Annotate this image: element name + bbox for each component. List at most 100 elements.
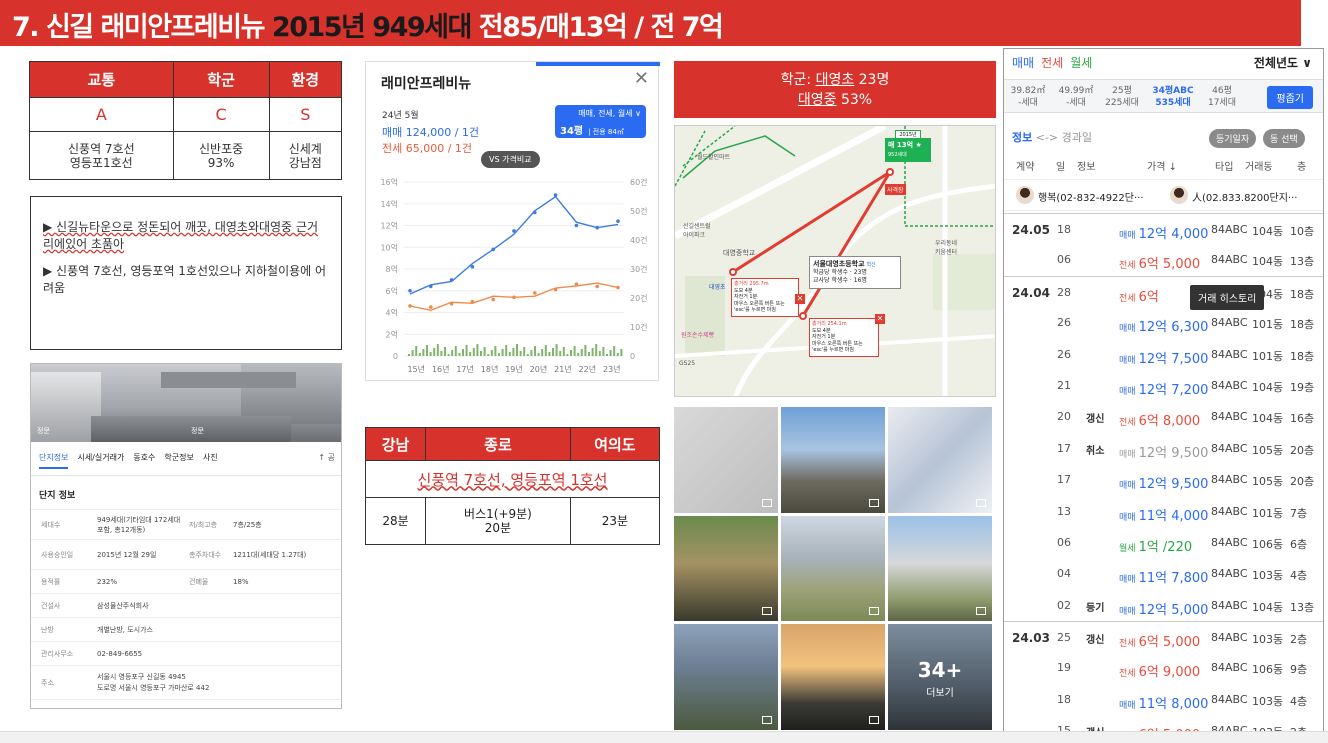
- volume-bar: [548, 352, 551, 356]
- y-tick-label: 4억: [386, 308, 398, 318]
- size-tab[interactable]: 46평 17세대: [1202, 85, 1242, 109]
- trade-status: 취소: [1086, 445, 1105, 457]
- floor: 19층: [1290, 380, 1315, 394]
- tab-price[interactable]: 시세/실거래가: [77, 452, 124, 469]
- building-select-chip[interactable]: 동 선택: [1263, 129, 1305, 148]
- size-tab[interactable]: 49.99㎡ -세대: [1054, 85, 1098, 109]
- contract-day: 18: [1057, 692, 1071, 706]
- photo-tile[interactable]: [674, 624, 778, 730]
- y2-tick-label: 10건: [630, 322, 648, 332]
- building-number: 105동: [1252, 443, 1284, 457]
- volume-bar: [462, 349, 464, 356]
- trade-kind: 매매: [1119, 355, 1136, 366]
- tab-unit[interactable]: 동호수: [133, 452, 155, 469]
- broker-row[interactable]: 행복(02-832-4922단··· 人(02.833.8200단지···: [1004, 179, 1323, 211]
- transaction-row[interactable]: 13 매매 11억 4,000 84ABC 101동 7층: [1004, 496, 1323, 527]
- school-map[interactable]: 2015년 매 13억 ★ 952세대 사격장 월드할인마트 신길센트럴 아이파크…: [674, 125, 996, 397]
- price-value: 6억 5,000: [1138, 635, 1201, 651]
- share-button[interactable]: ↑ 공: [318, 452, 335, 463]
- transaction-row[interactable]: 26 매매 12억 7,500 84ABC 101동 18층: [1004, 339, 1323, 370]
- transaction-row[interactable]: 24.05 18 매매 12억 4,000 84ABC 104동 10층: [1004, 213, 1323, 244]
- year-select[interactable]: 전체년도 ∨: [1254, 54, 1312, 71]
- size-area: 34평ABC: [1152, 86, 1194, 96]
- contract-month: 24.04: [1012, 285, 1050, 300]
- size-tab[interactable]: 39.82㎡ -세대: [1006, 85, 1050, 109]
- photo-tile[interactable]: [781, 515, 885, 622]
- tab-wolse[interactable]: 월세: [1070, 56, 1092, 70]
- school-summary: 학군: 대영초 23명 대영중 53%: [674, 61, 996, 118]
- volume-bar: [526, 354, 529, 356]
- chart-month: 24년 5월: [382, 111, 419, 121]
- trade-kind: 매매: [1119, 481, 1136, 492]
- school-bubble[interactable]: 서울대영초등학교 혁신 학급당 학생수 · 23명 교사당 학생수 · 16명: [809, 256, 901, 289]
- floor: 4층: [1290, 569, 1308, 583]
- volume-bar: [426, 345, 428, 356]
- school-text: 23명: [854, 72, 890, 88]
- info-row: 관리사무소 02-849-6655: [31, 641, 341, 666]
- registry-date-chip[interactable]: 등기일자: [1209, 129, 1257, 148]
- trade-kind: 월세: [1119, 543, 1136, 554]
- pyeong-toggle-button[interactable]: 평좁기: [1267, 86, 1313, 109]
- transaction-list: 24.05 18 매매 12억 4,000 84ABC 104동 10층 06 전세 6억 5,0…: [1004, 213, 1323, 737]
- photo-tile[interactable]: [674, 515, 778, 622]
- more-photos-count: 34+: [917, 658, 963, 683]
- price-marker[interactable]: 매 13억 ★ 952세대: [885, 138, 931, 162]
- photo-tile[interactable]: [888, 515, 992, 622]
- route-walk: 도보 4분: [812, 327, 831, 334]
- volume-bar: [541, 349, 544, 356]
- volume-bar: [577, 353, 580, 356]
- photo-tile[interactable]: [674, 407, 778, 513]
- transaction-row[interactable]: 17 매매 12억 9,500 84ABC 105동 20층: [1004, 464, 1323, 495]
- more-photos-tile[interactable]: 34+ 더보기: [888, 624, 992, 730]
- tab-buy[interactable]: 매매: [1012, 56, 1034, 70]
- tab-jeonse[interactable]: 전세: [1041, 56, 1063, 70]
- transaction-row[interactable]: 26 매매 12억 6,300 84ABC 101동 18층: [1004, 307, 1323, 338]
- bottom-bar: [0, 731, 1328, 743]
- photo-tile[interactable]: [781, 407, 885, 513]
- series-point: [553, 193, 558, 197]
- transaction-row[interactable]: 06 전세 6억 5,000 84ABC 104동 13층: [1004, 244, 1323, 275]
- size-units: -세대: [1018, 98, 1038, 108]
- transaction-row[interactable]: 20 갱신 전세 6억 8,000 84ABC 104동 16층: [1004, 401, 1323, 432]
- close-route-icon[interactable]: ✕: [795, 294, 805, 304]
- transaction-row[interactable]: 18 매매 11억 8,000 84ABC 103동 4층: [1004, 684, 1323, 715]
- info-key: 건설사: [31, 593, 93, 618]
- tab-photos[interactable]: 사진: [203, 452, 218, 469]
- trade-price: 전세 6억 8,000: [1119, 410, 1200, 429]
- info-value: 18%: [229, 569, 341, 594]
- volume-bar: [444, 347, 446, 356]
- info-toggle[interactable]: 정보 <-> 경과일: [1012, 129, 1092, 145]
- trade-filter-button[interactable]: 매매, 전세, 월세 ∨ 34평 | 전용 84㎡: [555, 105, 646, 138]
- transaction-row[interactable]: 24.03 25 갱신 전세 6억 5,000 84ABC 103동 2층: [1004, 621, 1323, 652]
- floor: 9층: [1290, 663, 1308, 677]
- route-box-1: 총거리 295.7m 도보 4분 자전거 1분 마우스 오른쪽 버튼 또는 'e…: [731, 278, 799, 317]
- photo-tile[interactable]: [781, 624, 885, 730]
- commute-time: 버스1(+9분) 20분: [425, 497, 571, 545]
- size-tab-selected[interactable]: 34평ABC 535세대: [1146, 85, 1200, 109]
- col-header[interactable]: 가격 ↓: [1147, 158, 1177, 173]
- unit-type: 84ABC: [1211, 661, 1248, 675]
- close-icon[interactable]: ✕: [634, 70, 649, 88]
- trade-kind: 매매: [1119, 324, 1136, 335]
- tab-school[interactable]: 학군정보: [164, 452, 193, 469]
- transaction-row[interactable]: 02 등기 매매 12억 5,000 84ABC 104동 13층: [1004, 590, 1323, 621]
- size-units: -세대: [1066, 98, 1086, 108]
- price-value: 11억 8,000: [1138, 696, 1209, 712]
- transaction-row[interactable]: 17 취소 매매 12억 9,500 84ABC 105동 20층: [1004, 433, 1323, 464]
- transaction-row[interactable]: 19 전세 6억 9,000 84ABC 106동 9층: [1004, 652, 1323, 683]
- transaction-row[interactable]: 04 매매 11억 7,800 84ABC 103동 4층: [1004, 558, 1323, 589]
- transaction-row[interactable]: 24.0428전세6억84ABC104동18층: [1004, 275, 1323, 307]
- transaction-row[interactable]: 06 월세 1억 /220 84ABC 106동 6층: [1004, 527, 1323, 558]
- size-tab[interactable]: 25평 225세대: [1100, 85, 1144, 109]
- map-label: 원조손수제빵: [681, 332, 715, 339]
- tab-complex-info[interactable]: 단지정보: [39, 452, 69, 469]
- close-route-icon[interactable]: ✕: [875, 314, 885, 324]
- volume-bar: [472, 348, 475, 356]
- score-grade: C: [172, 97, 270, 132]
- transaction-row[interactable]: 21 매매 12억 7,200 84ABC 104동 19층: [1004, 370, 1323, 401]
- photo-tile[interactable]: [888, 407, 992, 513]
- gallery-icon: [976, 498, 986, 507]
- floor: 18층: [1290, 287, 1315, 301]
- size-label: 34평: [560, 126, 584, 137]
- floor: 13층: [1290, 600, 1315, 614]
